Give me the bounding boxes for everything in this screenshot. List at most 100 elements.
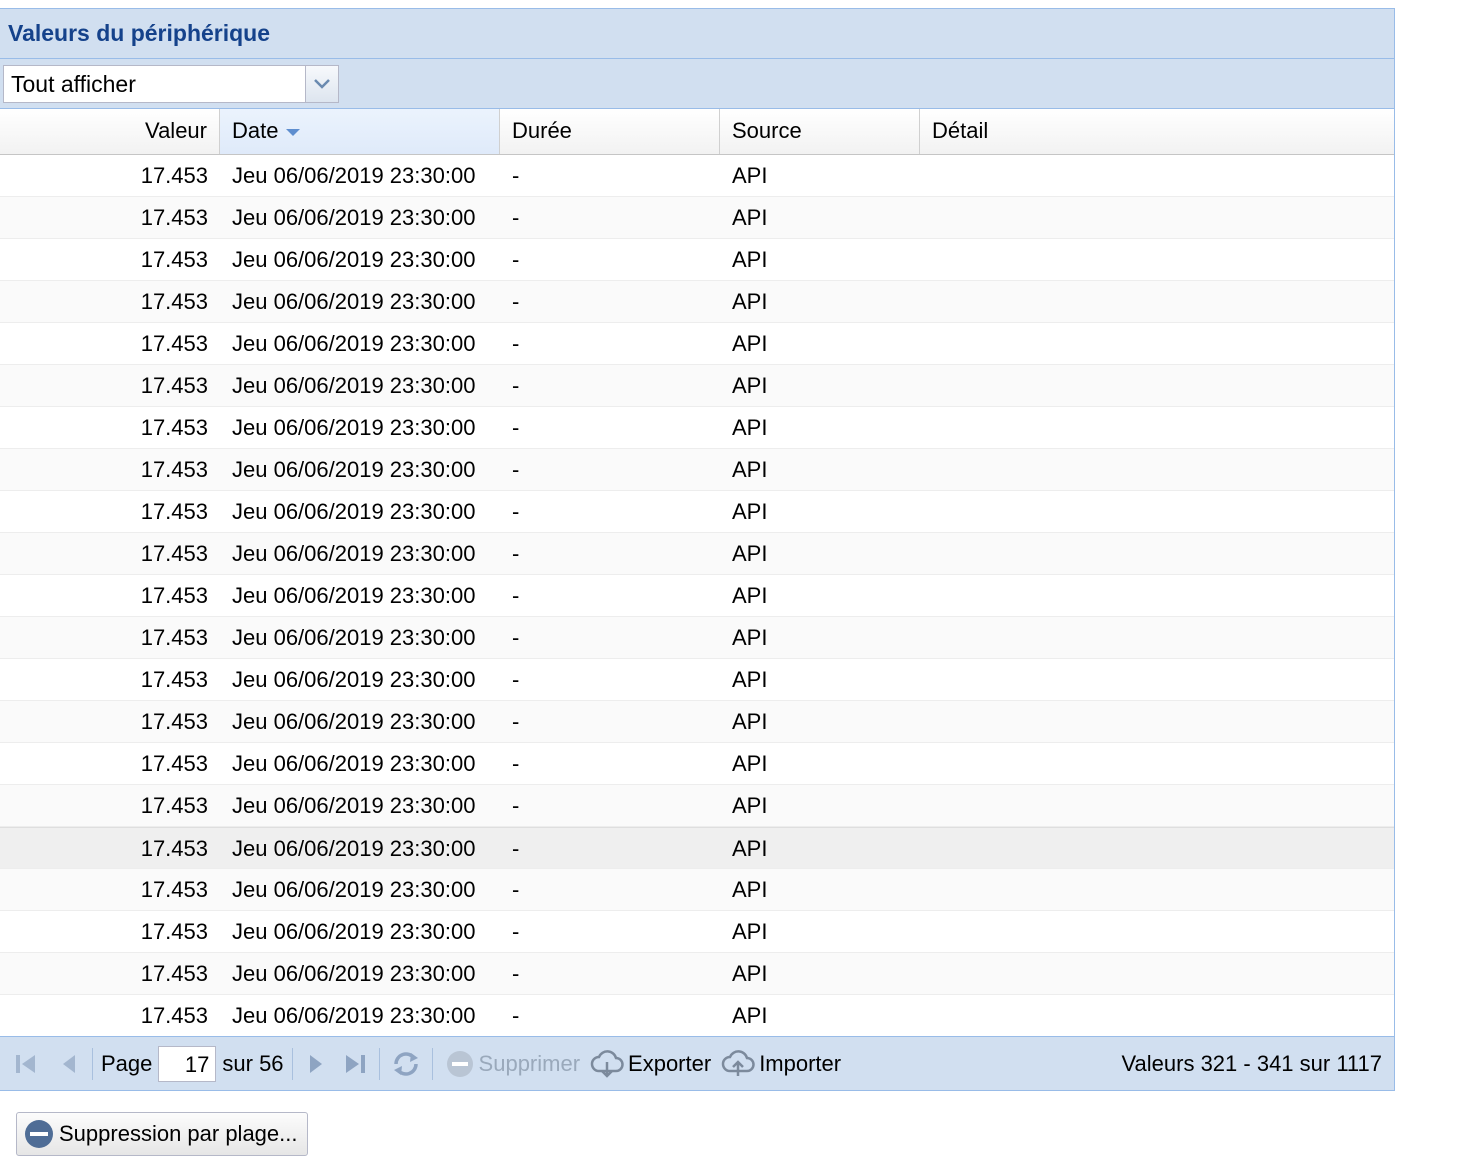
minus-circle-icon [446, 1050, 473, 1077]
table-row[interactable]: 17.453 Jeu 06/06/2019 23:30:00 - API [0, 407, 1394, 449]
table-row[interactable]: 17.453 Jeu 06/06/2019 23:30:00 - API [0, 281, 1394, 323]
cell-valeur: 17.453 [140, 961, 208, 986]
page-number-input[interactable]: 17 [158, 1045, 217, 1082]
cell-duree: - [512, 541, 520, 566]
page-count-label: sur 56 [222, 1050, 284, 1076]
column-header-source[interactable]: Source [720, 109, 920, 154]
filter-toolbar: Tout afficher [0, 59, 1394, 109]
cell-source: API [732, 415, 768, 440]
cell-date: Jeu 06/06/2019 23:30:00 [232, 836, 476, 861]
column-header-label: Date [232, 118, 279, 143]
table-row[interactable]: 17.453 Jeu 06/06/2019 23:30:00 - API [0, 785, 1394, 827]
cell-valeur: 17.453 [140, 583, 208, 608]
filter-combo[interactable]: Tout afficher [3, 65, 339, 103]
cell-valeur: 17.453 [140, 751, 208, 776]
cell-detail [920, 407, 1394, 448]
cell-valeur: 17.453 [140, 163, 208, 188]
range-delete-label: Suppression par plage... [59, 1121, 298, 1146]
cloud-upload-icon [721, 1049, 755, 1076]
cell-duree: - [512, 919, 520, 944]
cell-source: API [732, 1003, 768, 1028]
table-row[interactable]: 17.453 Jeu 06/06/2019 23:30:00 - API [0, 995, 1394, 1037]
cell-date: Jeu 06/06/2019 23:30:00 [232, 877, 476, 902]
cell-detail [920, 323, 1394, 364]
cell-source: API [732, 247, 768, 272]
column-header-date[interactable]: Date [220, 109, 500, 154]
device-values-panel: Valeurs du périphérique Tout afficher Va… [0, 8, 1395, 1091]
table-row[interactable]: 17.453 Jeu 06/06/2019 23:30:00 - API [0, 365, 1394, 407]
table-row[interactable]: 17.453 Jeu 06/06/2019 23:30:00 - API [0, 827, 1394, 869]
cell-date: Jeu 06/06/2019 23:30:00 [232, 457, 476, 482]
refresh-icon[interactable] [388, 1044, 424, 1084]
cell-valeur: 17.453 [140, 457, 208, 482]
cell-valeur: 17.453 [140, 919, 208, 944]
next-page-icon[interactable] [301, 1044, 331, 1084]
last-page-icon[interactable] [341, 1044, 371, 1084]
cell-source: API [732, 625, 768, 650]
table-row[interactable]: 17.453 Jeu 06/06/2019 23:30:00 - API [0, 953, 1394, 995]
cell-valeur: 17.453 [140, 709, 208, 734]
table-row[interactable]: 17.453 Jeu 06/06/2019 23:30:00 - API [0, 491, 1394, 533]
toolbar-separator [92, 1047, 93, 1080]
cell-detail [920, 953, 1394, 994]
filter-combo-value[interactable]: Tout afficher [3, 65, 305, 103]
cell-valeur: 17.453 [140, 1003, 208, 1028]
cell-detail [920, 743, 1394, 784]
table-row[interactable]: 17.453 Jeu 06/06/2019 23:30:00 - API [0, 155, 1394, 197]
export-button[interactable]: Exporter [590, 1049, 711, 1079]
column-header-detail[interactable]: Détail [920, 109, 1394, 154]
cell-duree: - [512, 877, 520, 902]
cell-date: Jeu 06/06/2019 23:30:00 [232, 415, 476, 440]
table-row[interactable]: 17.453 Jeu 06/06/2019 23:30:00 - API [0, 533, 1394, 575]
cell-source: API [732, 457, 768, 482]
first-page-icon[interactable] [10, 1044, 40, 1084]
cell-valeur: 17.453 [140, 289, 208, 314]
cell-date: Jeu 06/06/2019 23:30:00 [232, 541, 476, 566]
table-row[interactable]: 17.453 Jeu 06/06/2019 23:30:00 - API [0, 323, 1394, 365]
panel-header: Valeurs du périphérique [0, 9, 1394, 59]
import-button[interactable]: Importer [721, 1049, 841, 1079]
cell-source: API [732, 541, 768, 566]
panel-title: Valeurs du périphérique [8, 20, 271, 46]
table-row[interactable]: 17.453 Jeu 06/06/2019 23:30:00 - API [0, 617, 1394, 659]
cell-duree: - [512, 457, 520, 482]
cell-detail [920, 828, 1394, 868]
cell-detail [920, 575, 1394, 616]
delete-button[interactable]: Supprimer [445, 1049, 580, 1079]
column-header-label: Détail [932, 118, 989, 143]
cloud-download-icon [590, 1049, 624, 1078]
delete-button-label: Supprimer [478, 1050, 581, 1076]
cell-source: API [732, 667, 768, 692]
table-row[interactable]: 17.453 Jeu 06/06/2019 23:30:00 - API [0, 575, 1394, 617]
cell-source: API [732, 373, 768, 398]
chevron-down-icon[interactable] [305, 65, 339, 103]
table-row[interactable]: 17.453 Jeu 06/06/2019 23:30:00 - API [0, 911, 1394, 953]
column-header-duree[interactable]: Durée [500, 109, 720, 154]
range-delete-button[interactable]: Suppression par plage... [16, 1112, 308, 1156]
cell-valeur: 17.453 [140, 877, 208, 902]
column-header-valeur[interactable]: Valeur [0, 109, 220, 154]
cell-valeur: 17.453 [140, 373, 208, 398]
cell-detail [920, 155, 1394, 196]
cell-duree: - [512, 247, 520, 272]
cell-duree: - [512, 163, 520, 188]
cell-detail [920, 281, 1394, 322]
table-row[interactable]: 17.453 Jeu 06/06/2019 23:30:00 - API [0, 869, 1394, 911]
cell-source: API [732, 163, 768, 188]
cell-source: API [732, 205, 768, 230]
table-row[interactable]: 17.453 Jeu 06/06/2019 23:30:00 - API [0, 239, 1394, 281]
table-row[interactable]: 17.453 Jeu 06/06/2019 23:30:00 - API [0, 743, 1394, 785]
table-row[interactable]: 17.453 Jeu 06/06/2019 23:30:00 - API [0, 449, 1394, 491]
page-label: Page [101, 1050, 153, 1076]
table-row[interactable]: 17.453 Jeu 06/06/2019 23:30:00 - API [0, 701, 1394, 743]
cell-source: API [732, 836, 768, 861]
sort-desc-icon [286, 128, 301, 136]
cell-duree: - [512, 499, 520, 524]
table-row[interactable]: 17.453 Jeu 06/06/2019 23:30:00 - API [0, 197, 1394, 239]
cell-valeur: 17.453 [140, 205, 208, 230]
table-row[interactable]: 17.453 Jeu 06/06/2019 23:30:00 - API [0, 659, 1394, 701]
prev-page-icon[interactable] [54, 1044, 84, 1084]
toolbar-separator [431, 1047, 433, 1080]
cell-duree: - [512, 331, 520, 356]
export-button-label: Exporter [628, 1050, 712, 1076]
